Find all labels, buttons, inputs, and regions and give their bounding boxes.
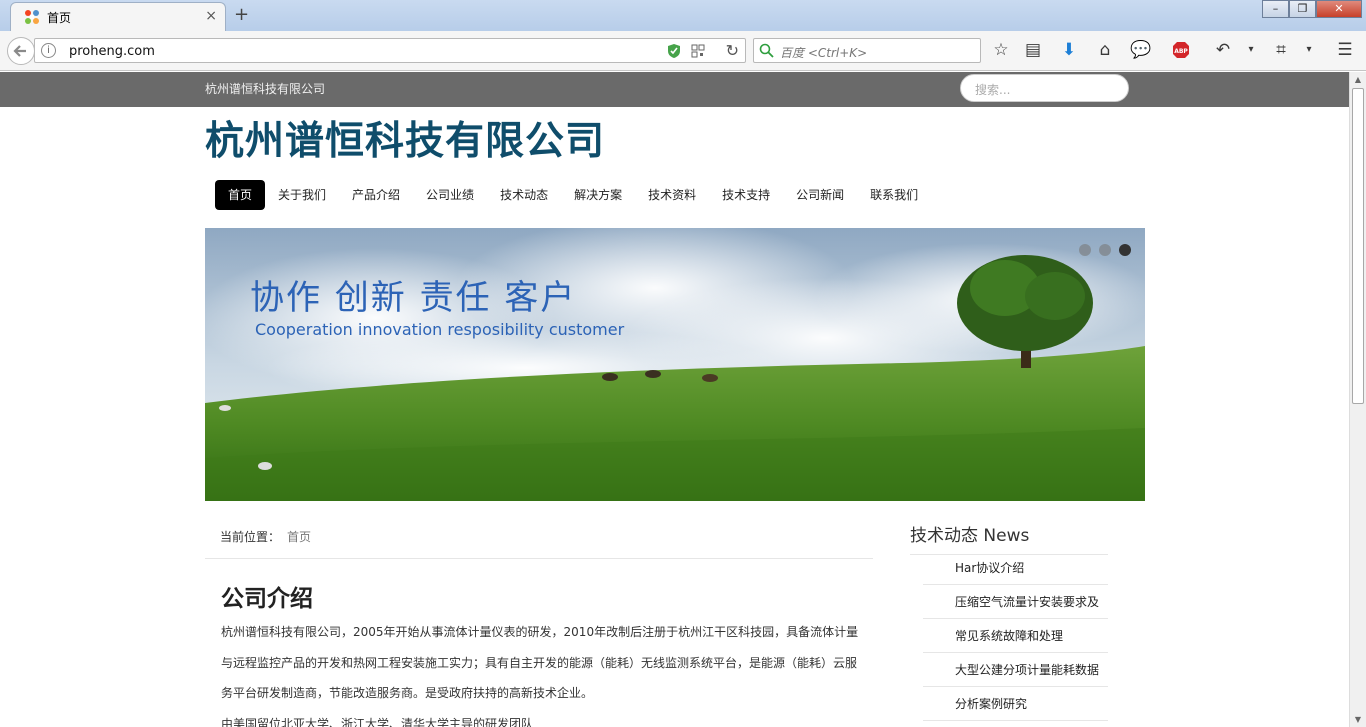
new-tab-button[interactable]: + (234, 4, 249, 25)
about-paragraph-2: 由美国留位北亚大学、浙江大学、清华大学主导的研发团队 (221, 717, 534, 727)
browser-nav-bar: i proheng.com ↻ 百度 <Ctrl+K> (0, 31, 1366, 71)
browser-search-placeholder: 百度 <Ctrl+K> (780, 46, 868, 60)
sidebar-news-item[interactable]: 压缩空气流量计安装要求及 (923, 585, 1108, 619)
page-scrollbar[interactable]: ▲ ▼ (1349, 72, 1366, 727)
joomla-favicon-icon (25, 10, 39, 24)
crop-dropdown-icon[interactable]: ▾ (1298, 39, 1320, 61)
nav-item[interactable]: 公司业绩 (413, 180, 487, 210)
nav-item[interactable]: 联系我们 (857, 180, 931, 210)
shield-icon[interactable] (667, 43, 681, 59)
window-close-button[interactable]: ✕ (1316, 0, 1362, 18)
adblock-icon[interactable]: ABP (1166, 39, 1196, 61)
qr-code-icon[interactable] (691, 44, 705, 58)
breadcrumb-label: 当前位置： (220, 530, 281, 544)
slider-dot[interactable] (1099, 244, 1111, 256)
nav-item[interactable]: 关于我们 (265, 180, 339, 210)
window-controls: – ❐ ✕ (1262, 0, 1362, 20)
home-icon[interactable]: ⌂ (1094, 39, 1116, 61)
restore-button[interactable]: ❐ (1289, 0, 1316, 18)
nav-item[interactable]: 首页 (215, 180, 266, 210)
sidebar-news-list: Har协议介绍 压缩空气流量计安装要求及 常见系统故障和处理 大型公建分项计量能耗数据… (923, 551, 1108, 721)
reload-icon[interactable]: ↻ (726, 41, 739, 60)
sidebar-news-item[interactable]: Har协议介绍 (923, 551, 1108, 585)
nav-item[interactable]: 技术动态 (487, 180, 561, 210)
nav-item[interactable]: 解决方案 (561, 180, 635, 210)
site-search-input[interactable]: 搜索... (960, 74, 1129, 102)
menu-icon[interactable]: ☰ (1334, 39, 1356, 61)
sidebar-news-item[interactable]: 分析案例研究 (923, 687, 1108, 721)
tab-title: 首页 (47, 11, 72, 25)
nav-item[interactable]: 公司新闻 (783, 180, 857, 210)
search-engine-icon[interactable] (759, 43, 775, 58)
slider-dot[interactable] (1079, 244, 1091, 256)
scroll-up-icon[interactable]: ▲ (1353, 75, 1363, 84)
reading-list-icon[interactable]: ▤ (1022, 39, 1044, 61)
banner-headline-cn: 协作 创新 责任 客户 (250, 278, 577, 318)
hero-banner[interactable]: 协作 创新 责任 客户 Cooperation innovation respo… (205, 228, 1145, 501)
slider-dot[interactable] (1119, 244, 1131, 256)
undo-icon[interactable]: ↶ (1212, 39, 1234, 61)
undo-dropdown-icon[interactable]: ▾ (1240, 39, 1262, 61)
minimize-button[interactable]: – (1262, 0, 1289, 18)
top-company-name: 杭州谱恒科技有限公司 (205, 82, 326, 96)
sidebar-news-item[interactable]: 常见系统故障和处理 (923, 619, 1108, 653)
svg-text:ABP: ABP (1174, 48, 1188, 55)
bookmark-star-icon[interactable]: ☆ (990, 39, 1012, 61)
back-button[interactable] (7, 37, 35, 65)
scrollbar-thumb[interactable] (1352, 88, 1364, 404)
crop-icon[interactable]: ⌗ (1270, 39, 1292, 61)
breadcrumb-home-link[interactable]: 首页 (287, 528, 311, 545)
main-navigation: 首页 关于我们 产品介绍 公司业绩 技术动态 解决方案 技术资料 技术支持 公司新闻 联系我们 (215, 180, 931, 210)
address-bar[interactable]: i proheng.com ↻ (34, 38, 746, 63)
download-icon[interactable]: ⬇ (1058, 39, 1080, 61)
breadcrumb: 当前位置： 首页 (205, 514, 873, 559)
about-paragraph: 杭州谱恒科技有限公司，2005年开始从事流体计量仪表的研发，2010年改制后注册… (221, 625, 859, 700)
sidebar-news-item[interactable]: 大型公建分项计量能耗数据 (923, 653, 1108, 687)
web-page: 杭州谱恒科技有限公司 搜索... 杭州谱恒科技有限公司 首页 关于我们 产品介绍 公司… (0, 72, 1349, 727)
scroll-down-icon[interactable]: ▼ (1353, 715, 1363, 724)
site-top-strip: 杭州谱恒科技有限公司 搜索... (0, 72, 1349, 107)
chat-icon[interactable]: 💬 (1130, 39, 1152, 61)
browser-search-bar[interactable]: 百度 <Ctrl+K> (753, 38, 981, 63)
nav-item[interactable]: 技术资料 (635, 180, 709, 210)
sidebar-news-title: 技术动态 News (910, 521, 1108, 555)
banner-headline-en: Cooperation innovation resposibility cus… (255, 320, 625, 339)
tab-close-icon[interactable]: × (205, 8, 217, 24)
back-arrow-icon (13, 45, 26, 57)
nav-item[interactable]: 产品介绍 (339, 180, 413, 210)
landscape-banner-image (205, 228, 1145, 501)
about-title: 公司介绍 (221, 586, 313, 612)
site-info-icon[interactable]: i (41, 43, 56, 58)
slider-dots (1079, 244, 1131, 256)
nav-item[interactable]: 技术支持 (709, 180, 783, 210)
url-text[interactable]: proheng.com (69, 44, 155, 59)
site-title[interactable]: 杭州谱恒科技有限公司 (205, 110, 605, 166)
adblock-badge-icon: ABP (1173, 42, 1189, 58)
browser-tab-active[interactable]: 首页 × (10, 2, 226, 32)
browser-tab-bar: 首页 × + – ❐ ✕ (0, 0, 1366, 32)
